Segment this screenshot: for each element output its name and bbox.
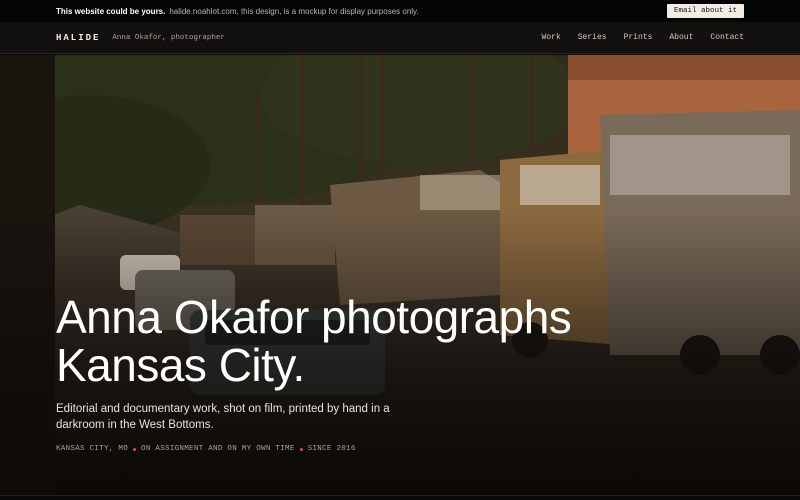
meta-separator-dot bbox=[299, 447, 303, 451]
meta-assignment: ON ASSIGNMENT AND ON MY OWN TIME bbox=[141, 445, 295, 453]
brand-logo[interactable]: HALIDE bbox=[56, 33, 100, 43]
brand-subtitle: Anna Okafor, photographer bbox=[112, 33, 225, 42]
hero-title-line-1: Anna Okafor photographs bbox=[56, 291, 572, 343]
banner-text: halide.noahlot.com, this design, is a mo… bbox=[169, 6, 419, 16]
nav-link-about[interactable]: About bbox=[669, 33, 693, 42]
meta-separator-dot bbox=[133, 447, 137, 451]
nav-link-contact[interactable]: Contact bbox=[710, 33, 744, 42]
hero-section: Anna Okafor photographs Kansas City. Edi… bbox=[0, 55, 800, 495]
hero-title: Anna Okafor photographs Kansas City. bbox=[56, 293, 696, 389]
top-navigation: HALIDE Anna Okafor, photographer Work Se… bbox=[0, 22, 800, 54]
hero-subtitle: Editorial and documentary work, shot on … bbox=[56, 403, 390, 431]
nav-links: Work Series Prints About Contact bbox=[542, 33, 744, 42]
announcement-banner: This website could be yours. halide.noah… bbox=[0, 0, 800, 22]
meta-since: SINCE 2016 bbox=[307, 445, 356, 453]
nav-link-series[interactable]: Series bbox=[578, 33, 607, 42]
email-about-it-button[interactable]: Email about it bbox=[666, 4, 744, 18]
nav-link-prints[interactable]: Prints bbox=[624, 33, 653, 42]
hero-meta: KANSAS CITY, MO ON ASSIGNMENT AND ON MY … bbox=[56, 445, 356, 453]
page-bottom-edge bbox=[0, 495, 800, 500]
meta-location: KANSAS CITY, MO bbox=[56, 445, 129, 453]
hero-title-line-2: Kansas City. bbox=[56, 339, 305, 391]
banner-headline: This website could be yours. bbox=[56, 6, 166, 16]
nav-link-work[interactable]: Work bbox=[542, 33, 561, 42]
